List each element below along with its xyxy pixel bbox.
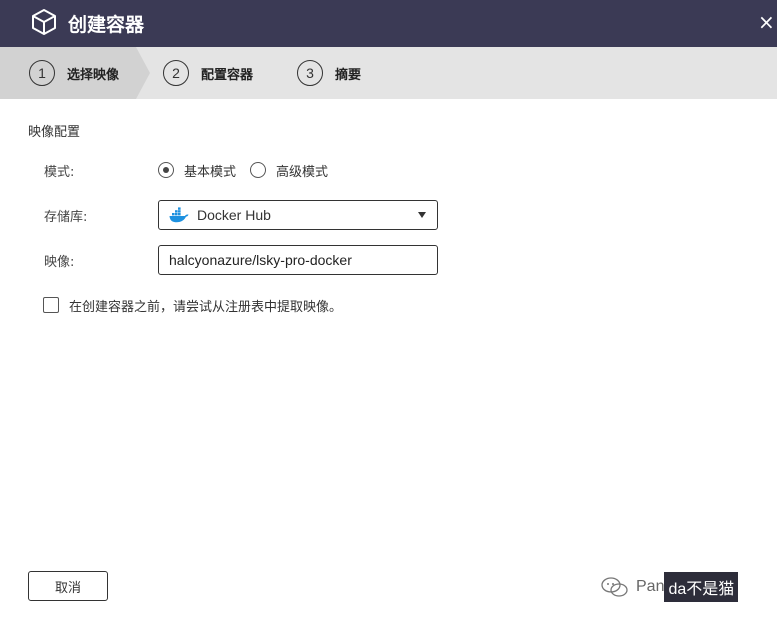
image-label: 映像: (44, 255, 75, 270)
close-icon[interactable]: × (758, 12, 775, 32)
section-title: 映像配置 (28, 125, 81, 140)
step-number: 3 (297, 60, 323, 86)
radio-basic-mode-label[interactable]: 基本模式 (184, 161, 236, 180)
step-number: 2 (163, 60, 189, 86)
step-label: 配置容器 (201, 67, 254, 83)
step-number: 1 (29, 60, 55, 86)
dialog-title: 创建容器 (68, 14, 145, 36)
radio-advanced-mode[interactable] (250, 162, 266, 178)
mode-label: 模式: (44, 165, 75, 180)
chevron-down-icon[interactable] (418, 212, 426, 218)
registry-value: Docker Hub (197, 207, 271, 223)
dialog-titlebar: 创建容器 × (0, 0, 777, 47)
registry-label: 存储库: (44, 210, 88, 225)
pull-image-checkbox-label[interactable]: 在创建容器之前，请尝试从注册表中提取映像。 (69, 296, 342, 315)
cancel-button[interactable]: 取消 (28, 571, 108, 601)
step-configure-container: 2 配置容器 (163, 47, 253, 99)
docker-whale-icon (169, 207, 189, 223)
step-summary: 3 摘要 (297, 47, 361, 99)
container-cube-icon (32, 9, 56, 35)
watermark: Pan da不是猫 (600, 572, 739, 602)
radio-advanced-mode-label[interactable]: 高级模式 (276, 161, 328, 180)
radio-basic-mode[interactable] (158, 162, 174, 178)
watermark-text: Pan (636, 578, 665, 595)
step-label: 选择映像 (67, 67, 120, 83)
wizard-steps: 1 选择映像 2 配置容器 3 摘要 (0, 47, 777, 99)
image-input[interactable]: halcyonazure/lsky-pro-docker (158, 245, 438, 275)
pull-image-checkbox[interactable] (43, 297, 59, 313)
registry-select[interactable]: Docker Hub (158, 200, 438, 230)
watermark-text-box: da不是猫 (664, 572, 739, 602)
wechat-icon (601, 577, 628, 597)
step-select-image: 1 选择映像 (29, 47, 119, 99)
step-label: 摘要 (335, 67, 362, 83)
